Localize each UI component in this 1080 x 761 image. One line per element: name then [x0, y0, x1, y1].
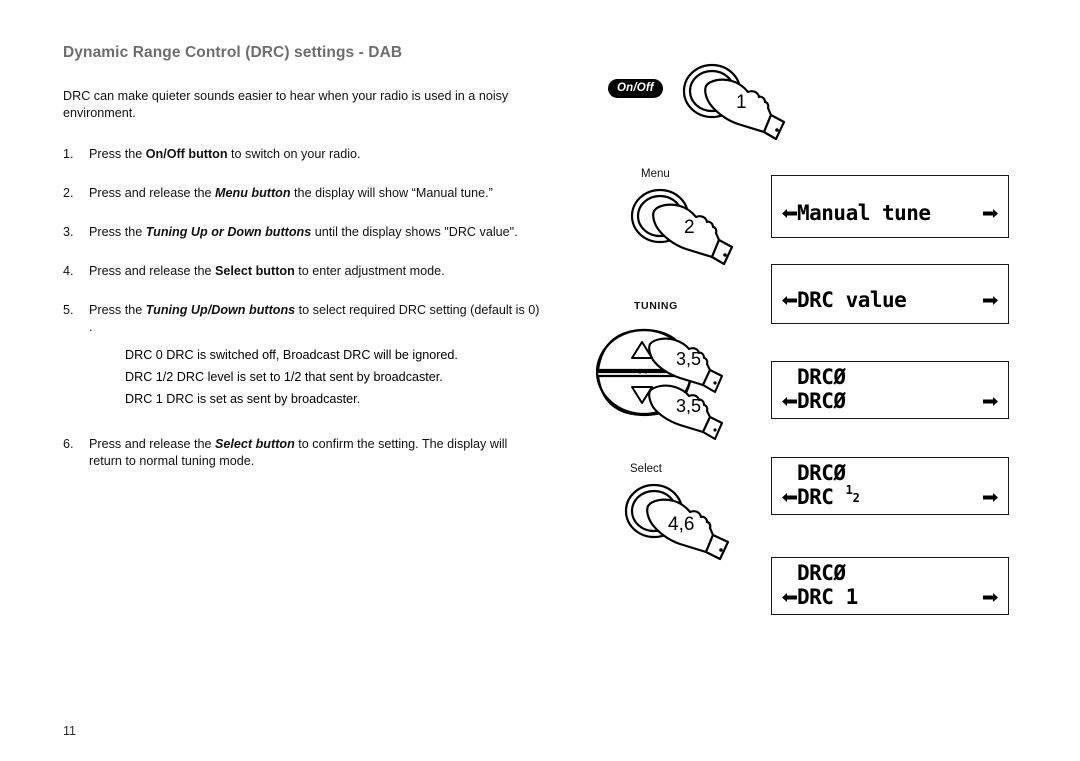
step-1: 1. Press the On/Off button to switch on … [63, 146, 543, 163]
step-text: Press and release the Select button to e… [89, 263, 543, 280]
text-run: Press and release the [89, 264, 216, 278]
emphasis-bold: On/Off button [145, 147, 228, 161]
tuning-up-step-number: 3,5 [676, 349, 701, 369]
step-number: 4. [63, 264, 74, 278]
lcd-line2-text: DRC [797, 485, 846, 509]
emphasis-bold-italic: Tuning Up or Down buttons [145, 225, 312, 239]
tuning-rocker-illustration: 3,5 3,5 [596, 328, 724, 440]
lcd-right-arrow-icon [983, 394, 998, 409]
step-2: 2. Press and release the Menu button the… [63, 185, 543, 202]
text-run: until the display shows "DRC value". [311, 225, 518, 239]
step-number: 1. [63, 147, 74, 161]
step-text: Press the Tuning Up or Down buttons unti… [89, 224, 543, 241]
text-run: Press the [89, 225, 146, 239]
step-6: 6. Press and release the Select button t… [63, 436, 543, 470]
lcd-display-drc-value: DRC value [771, 264, 1009, 324]
step-3: 3. Press the Tuning Up or Down buttons u… [63, 224, 543, 241]
page-number: 11 [63, 724, 76, 738]
emphasis-bold-italic: Tuning Up/Down buttons [145, 303, 296, 317]
text-run: Press and release the [89, 186, 216, 200]
step-text: Press and release the Menu button the di… [89, 185, 543, 202]
lcd-line2-text: DRC 1 [797, 585, 858, 609]
lcd-line-text: DRC value [797, 288, 907, 312]
step-text: Press the Tuning Up/Down buttons to sele… [89, 302, 543, 336]
step-number: 6. [63, 437, 74, 451]
step-number: 5. [63, 303, 74, 317]
drc-option-1: DRC 1 DRC is set as sent by broadcaster. [125, 392, 361, 406]
lcd-display-drc-0: DRCØ DRCØ [771, 361, 1009, 419]
lcd-right-arrow-icon [983, 206, 998, 221]
intro-paragraph: DRC can make quieter sounds easier to he… [63, 89, 509, 120]
menu-button-illustration: 2 [630, 188, 734, 265]
drc-option-list: DRC 0 DRC is switched off, Broadcast DRC… [63, 344, 543, 410]
lcd-left-arrow-icon [782, 394, 797, 409]
lcd-right-arrow-icon [983, 590, 998, 605]
text-run: the display will show “Manual tune.” [290, 186, 493, 200]
step-text: Press the On/Off button to switch on you… [89, 146, 543, 163]
emphasis-bold: Select button [215, 264, 295, 278]
drc-option-0: DRC 0 DRC is switched off, Broadcast DRC… [125, 348, 458, 362]
text-run: Press the [89, 303, 146, 317]
text-run: to switch on your radio. [227, 147, 361, 161]
step-number: 3. [63, 225, 74, 239]
text-run: Press and release the [89, 437, 216, 451]
lcd-line-text: Manual tune [797, 201, 931, 225]
lcd-line1-text: DRCØ [797, 561, 846, 585]
lcd-right-arrow-icon [983, 293, 998, 308]
emphasis-bold-italic: Menu button [215, 186, 291, 200]
instruction-column: Dynamic Range Control (DRC) settings - D… [63, 44, 543, 492]
page-title: Dynamic Range Control (DRC) settings - D… [63, 44, 403, 61]
lcd-display-manual-tune: Manual tune [771, 175, 1009, 238]
step-4: 4. Press and release the Select button t… [63, 263, 543, 280]
fraction-denominator: 2 [852, 491, 860, 505]
select-step-number: 4,6 [668, 514, 694, 535]
step-number: 2. [63, 186, 74, 200]
lcd-right-arrow-icon [983, 490, 998, 505]
lcd-left-arrow-icon [782, 293, 797, 308]
text-run: to enter adjustment mode. [294, 264, 445, 278]
select-button-illustration: 4,6 [624, 483, 730, 561]
onoff-badge-label: On/Off [608, 79, 663, 98]
menu-step-number: 2 [684, 217, 695, 238]
step-5: 5. Press the Tuning Up/Down buttons to s… [63, 302, 543, 336]
onoff-step-number: 1 [736, 92, 747, 113]
tuning-down-step-number: 3,5 [676, 396, 701, 416]
drc-option-half: DRC 1/2 DRC level is set to 1/2 that sen… [125, 370, 443, 384]
lcd-display-drc-half: DRCØ DRC 1 2 [771, 457, 1009, 515]
select-control-label: Select [630, 463, 662, 475]
text-run: Press the [89, 147, 146, 161]
lcd-left-arrow-icon [782, 490, 797, 505]
lcd-display-drc-1: DRCØ DRC 1 [771, 557, 1009, 615]
emphasis-bold-italic: Select button [215, 437, 295, 451]
lcd-left-arrow-icon [782, 590, 797, 605]
lcd-half-fraction: 1 2 [846, 483, 864, 508]
step-text: Press and release the Select button to c… [89, 436, 543, 470]
lcd-left-arrow-icon [782, 206, 797, 221]
menu-control-label: Menu [641, 168, 670, 180]
onoff-button-illustration: 1 [682, 63, 786, 140]
lcd-line2-text: DRCØ [797, 389, 846, 413]
lcd-line1-text: DRCØ [797, 365, 846, 389]
tuning-control-label: TUNING [634, 300, 678, 312]
lcd-line1-text: DRCØ [797, 461, 846, 485]
